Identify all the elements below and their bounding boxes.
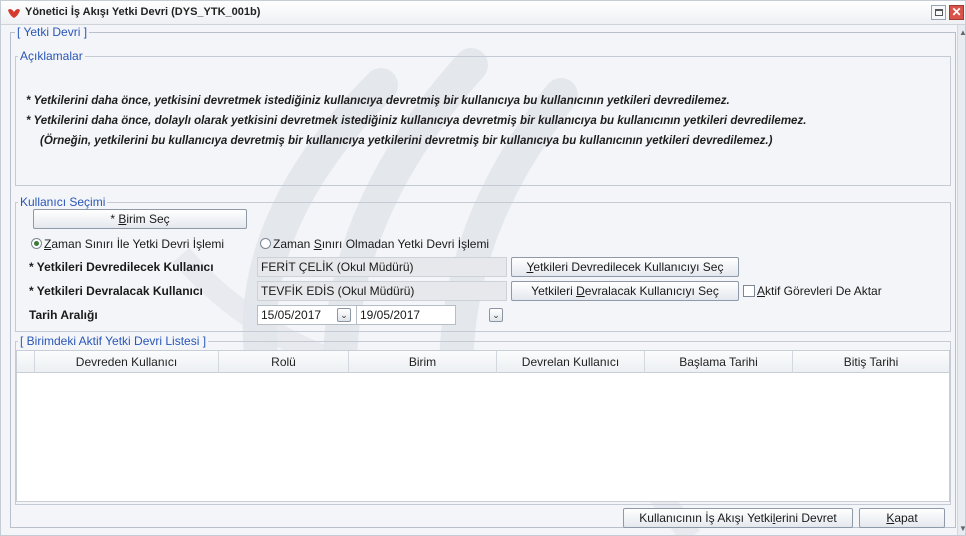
select-unit-button[interactable]: * Birim Seç — [33, 209, 247, 229]
row-selector-header[interactable] — [17, 351, 35, 373]
radio-no-time-limit[interactable] — [260, 238, 271, 249]
radio-no-time-limit-text: ınırı Olmadan Yetki Devri İşlemi — [321, 237, 490, 251]
column-header-start-date[interactable]: Başlama Tarihi — [645, 351, 793, 373]
close-label: apat — [894, 510, 918, 525]
transfer-active-tasks-text: ktif Görevleri De Aktar — [765, 284, 882, 298]
transfer-active-tasks-mnemonic: A — [757, 284, 766, 298]
active-transfer-table[interactable]: Devreden Kullanıcı Rolü Birim Devrelan K… — [16, 350, 950, 502]
description-legend: Açıklamalar — [18, 49, 85, 63]
description-line-2: * Yetkilerini daha önce, dolaylı olarak … — [26, 115, 807, 127]
select-to-user-before: Yetkileri — [531, 283, 577, 298]
vertical-scrollbar[interactable]: ▲ ▼ — [957, 25, 965, 535]
end-date-field[interactable]: 19/05/2017 — [356, 305, 456, 325]
select-unit-label: irim Seç — [126, 211, 170, 226]
table-header: Devreden Kullanıcı Rolü Birim Devrelan K… — [17, 351, 949, 373]
date-range-label: Tarih Aralığı — [29, 308, 98, 322]
start-date-dropdown-arrow-icon[interactable]: ⌄ — [337, 308, 351, 322]
column-header-role[interactable]: Rolü — [219, 351, 349, 373]
radio-no-time-limit-label[interactable]: Zaman Sınırı Olmadan Yetki Devri İşlemi — [273, 237, 489, 251]
user-selection-legend: Kullanıcı Seçimi — [18, 195, 108, 209]
select-from-user-label: etkileri Devredilecek Kullanıcıyı Seç — [533, 259, 724, 274]
scroll-down-icon[interactable]: ▼ — [959, 524, 965, 534]
to-user-label: * Yetkileri Devralacak Kullanıcı — [29, 284, 203, 298]
transfer-authority-label: erini Devret — [775, 510, 837, 525]
radio-no-time-limit-before: Zaman — [273, 237, 314, 251]
title-bar: Yönetici İş Akışı Yetki Devri (DYS_YTK_0… — [1, 1, 965, 25]
to-user-field: TEVFİK EDİS (Okul Müdürü) — [257, 281, 507, 301]
select-to-user-button[interactable]: Yetkileri Devralacak Kullanıcıyı Seç — [511, 281, 739, 301]
close-icon[interactable]: ✕ — [949, 5, 964, 20]
radio-no-time-limit-mnemonic: S — [313, 237, 322, 251]
description-line-1: * Yetkilerini daha önce, yetkisini devre… — [26, 95, 730, 107]
transfer-active-tasks-label[interactable]: Aktif Görevleri De Aktar — [757, 284, 882, 298]
description-group: Açıklamalar * Yetkilerini daha önce, yet… — [15, 49, 951, 186]
from-user-label: * Yetkileri Devredilecek Kullanıcı — [29, 260, 214, 274]
column-header-to-user[interactable]: Devrelan Kullanıcı — [497, 351, 645, 373]
radio-time-limited-text: aman Sınırı İle Yetki Devri İşlemi — [51, 237, 225, 251]
select-to-user-label: evralacak Kullanıcıyı Seç — [584, 283, 719, 298]
app-window: Yönetici İş Akışı Yetki Devri (DYS_YTK_0… — [0, 0, 966, 536]
transfer-active-tasks-checkbox[interactable] — [743, 285, 755, 297]
close-button[interactable]: Kapat — [859, 508, 945, 528]
transfer-authority-before: Kullanıcının İş Akışı Yetki — [639, 510, 773, 525]
transfer-authority-button[interactable]: Kullanıcının İş Akışı Yetkilerini Devret — [623, 508, 853, 528]
active-transfer-list-legend: [ Birimdeki Aktif Yetki Devri Listesi ] — [18, 334, 209, 348]
radio-time-limited-label[interactable]: Zaman Sınırı İle Yetki Devri İşlemi — [44, 237, 224, 251]
scroll-up-icon[interactable]: ▲ — [959, 28, 965, 38]
column-header-from-user[interactable]: Devreden Kullanıcı — [35, 351, 219, 373]
select-from-user-button[interactable]: Yetkileri Devredilecek Kullanıcıyı Seç — [511, 257, 739, 277]
column-header-end-date[interactable]: Bitiş Tarihi — [793, 351, 949, 373]
select-to-user-mnemonic: D — [576, 283, 585, 298]
restore-icon[interactable] — [931, 5, 946, 20]
app-icon — [8, 8, 20, 18]
description-line-3: (Örneğin, yetkilerini bu kullanıcıya dev… — [40, 135, 773, 147]
from-user-field: FERİT ÇELİK (Okul Müdürü) — [257, 257, 507, 277]
radio-time-limited[interactable] — [31, 238, 42, 249]
authority-transfer-legend: [ Yetki Devri ] — [15, 25, 90, 39]
window-title: Yönetici İş Akışı Yetki Devri (DYS_YTK_0… — [25, 6, 261, 18]
end-date-dropdown-arrow-icon[interactable]: ⌄ — [489, 308, 503, 322]
column-header-unit[interactable]: Birim — [349, 351, 497, 373]
